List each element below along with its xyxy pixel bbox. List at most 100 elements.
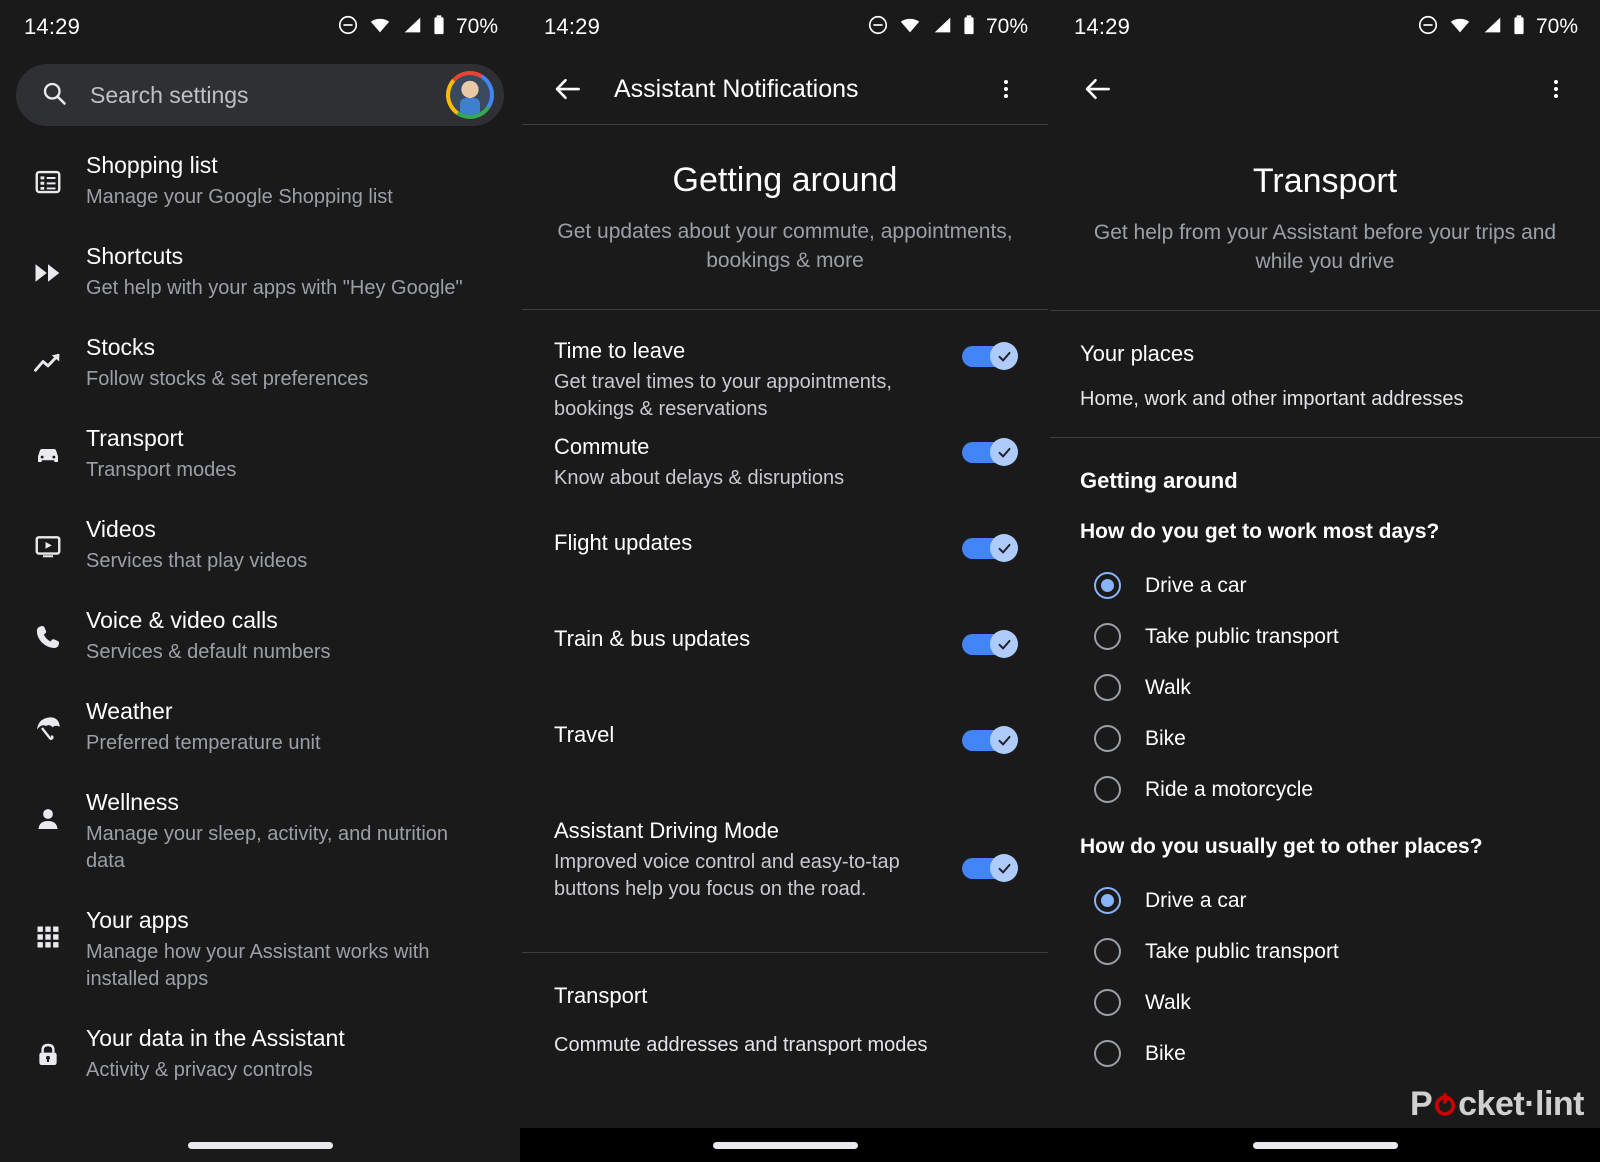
toggle-thumb-check-icon [990,726,1018,754]
battery-percent: 70% [985,15,1028,38]
lock-icon [26,1033,70,1077]
status-time: 14:29 [24,14,81,39]
radio-button[interactable] [1094,623,1121,650]
sidebar-item-title: Your apps [86,907,189,933]
more-vert-icon[interactable] [986,69,1026,109]
radio-button-selected[interactable] [1094,887,1121,914]
battery-percent: 70% [1535,15,1578,38]
sidebar-item-subtitle: Preferred temperature unit [86,732,321,754]
radio-group-other: Drive a car Take public transport Walk B… [1050,859,1600,1079]
section-transport[interactable]: Transport Commute addresses and transpor… [520,953,1050,1069]
back-arrow-icon[interactable] [1078,69,1118,109]
radio-option-take-public-transport[interactable]: Take public transport [1080,926,1570,977]
toggle-row-flight-updates[interactable]: Flight updates [520,528,1050,624]
sidebar-item-weather[interactable]: Weather Preferred temperature unit [0,680,520,771]
sidebar-item-your-apps[interactable]: Your apps Manage how your Assistant work… [0,889,520,1007]
settings-list: Shopping list Manage your Google Shoppin… [0,126,520,1098]
radio-option-bike[interactable]: Bike [1080,713,1570,764]
apps-grid-icon [26,915,70,959]
sidebar-item-wellness[interactable]: Wellness Manage your sleep, activity, an… [0,771,520,889]
sidebar-item-title: Shopping list [86,152,218,178]
avatar-image [450,75,490,115]
radio-option-ride-a-motorcycle[interactable]: Ride a motorcycle [1080,764,1570,815]
toggle-row-travel[interactable]: Travel [520,720,1050,816]
toggle-title: Train & bus updates [554,626,751,651]
signal-icon [1481,14,1503,41]
toggle-subtitle: Know about delays & disruptions [554,467,845,489]
radio-button[interactable] [1094,674,1121,701]
sidebar-item-title: Your data in the Assistant [86,1025,345,1051]
radio-button[interactable] [1094,725,1121,752]
radio-label: Bike [1145,1041,1186,1065]
hero-section-mid: Getting around Get updates about your co… [520,125,1050,309]
toggle-switch[interactable] [962,630,1018,658]
radio-option-walk[interactable]: Walk [1080,662,1570,713]
sidebar-item-title: Transport [86,425,184,451]
toggle-row-train-bus-updates[interactable]: Train & bus updates [520,624,1050,720]
watermark-text-before: P [1409,1085,1433,1123]
radio-option-drive-a-car[interactable]: Drive a car [1080,875,1570,926]
toggle-row-commute[interactable]: Commute Know about delays & disruptions [520,432,1050,528]
person-icon [26,797,70,841]
sidebar-item-voice-video-calls[interactable]: Voice & video calls Services & default n… [0,589,520,680]
toggle-thumb-check-icon [990,342,1018,370]
sidebar-item-text: Your apps Manage how your Assistant work… [86,903,486,993]
toggle-thumb-check-icon [990,438,1018,466]
section-your-places[interactable]: Your places Home, work and other importa… [1050,311,1600,437]
avatar[interactable] [446,71,494,119]
toggle-row-time-to-leave[interactable]: Time to leave Get travel times to your a… [520,336,1050,432]
panel-assistant-notifications: 14:29 70% Assistant Notifications Gettin… [520,0,1050,1162]
sidebar-item-transport[interactable]: Transport Transport modes [0,407,520,498]
sidebar-item-title: Voice & video calls [86,607,278,633]
radio-label: Take public transport [1145,939,1339,963]
radio-option-drive-a-car[interactable]: Drive a car [1080,560,1570,611]
radio-label: Take public transport [1145,624,1339,648]
sidebar-item-shopping-list[interactable]: Shopping list Manage your Google Shoppin… [0,134,520,225]
navigation-bar-mid [520,1128,1050,1162]
back-arrow-icon[interactable] [548,69,588,109]
status-icon-group: 70% [337,14,498,41]
dnd-icon [337,14,359,41]
sidebar-item-subtitle: Manage how your Assistant works with ins… [86,941,430,990]
toggle-subtitle: Get travel times to your appointments, b… [554,371,892,420]
sidebar-item-shortcuts[interactable]: Shortcuts Get help with your apps with "… [0,225,520,316]
radio-group-work: Drive a car Take public transport Walk B… [1050,544,1600,815]
panel-transport-settings: 14:29 70% Transport Get help from your A… [1050,0,1600,1162]
section-title: Your places [1080,341,1195,366]
radio-button-selected[interactable] [1094,572,1121,599]
sidebar-item-text: Stocks Follow stocks & set preferences [86,330,368,393]
toggle-switch[interactable] [962,342,1018,370]
toggle-switch[interactable] [962,534,1018,562]
search-settings-bar[interactable]: Search settings [16,64,504,126]
sidebar-item-subtitle: Transport modes [86,459,237,481]
app-bar-right [1050,54,1600,124]
dnd-icon [867,14,889,41]
radio-button[interactable] [1094,1040,1121,1067]
home-gesture-pill[interactable] [712,1141,858,1149]
radio-option-bike[interactable]: Bike [1080,1028,1570,1079]
sidebar-item-subtitle: Follow stocks & set preferences [86,368,369,390]
radio-button[interactable] [1094,776,1121,803]
sidebar-item-stocks[interactable]: Stocks Follow stocks & set preferences [0,316,520,407]
toggle-row-text: Travel [554,720,962,750]
search-input[interactable]: Search settings [90,82,446,109]
videoplayer-icon [26,524,70,568]
radio-button[interactable] [1094,938,1121,965]
toggle-switch[interactable] [962,726,1018,754]
radio-button[interactable] [1094,989,1121,1016]
status-icon-group: 70% [867,14,1028,41]
sidebar-item-subtitle: Get help with your apps with "Hey Google… [86,277,463,299]
radio-option-walk[interactable]: Walk [1080,977,1570,1028]
question-work-label: How do you get to work most days? [1080,520,1440,543]
toggle-switch[interactable] [962,438,1018,466]
phone-icon [26,615,70,659]
toggle-switch[interactable] [962,854,1018,882]
toggle-row-assistant-driving-mode[interactable]: Assistant Driving Mode Improved voice co… [520,816,1050,948]
sidebar-item-your-data[interactable]: Your data in the Assistant Activity & pr… [0,1007,520,1098]
more-vert-icon[interactable] [1536,69,1576,109]
radio-option-take-public-transport[interactable]: Take public transport [1080,611,1570,662]
sidebar-item-videos[interactable]: Videos Services that play videos [0,498,520,589]
home-gesture-pill[interactable] [1252,1141,1398,1149]
home-gesture-pill[interactable] [187,1141,333,1149]
sidebar-item-subtitle: Manage your Google Shopping list [86,186,393,208]
